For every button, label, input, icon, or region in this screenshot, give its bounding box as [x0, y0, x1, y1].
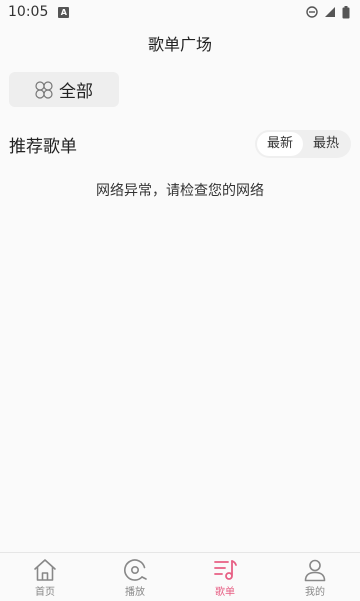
sort-newest-button[interactable]: 最新: [256, 132, 303, 156]
playlist-icon: [214, 560, 237, 580]
nav-label-playlist: 歌单: [215, 587, 235, 598]
sort-toggle: 最新 最热: [254, 130, 351, 158]
nav-label-play: 播放: [125, 587, 145, 598]
top-app-bar: 歌单广场: [0, 24, 360, 62]
status-time: 10:05: [8, 4, 49, 20]
category-filter-button[interactable]: 全部: [9, 72, 119, 107]
nav-item-play[interactable]: 播放: [90, 553, 180, 601]
user-icon: [304, 559, 326, 582]
recommended-section-header: 推荐歌单 最新 最热: [9, 130, 351, 158]
nav-label-home: 首页: [35, 587, 55, 598]
notification-a-icon: A: [58, 6, 70, 18]
section-title: 推荐歌单: [9, 136, 77, 157]
bottom-navigation: 首页 播放 歌单 我的: [0, 552, 360, 601]
network-error-message: 网络异常，请检查您的网络: [96, 183, 264, 199]
nav-item-mine[interactable]: 我的: [270, 553, 360, 601]
home-icon: [34, 559, 56, 581]
category-filter-label: 全部: [59, 82, 93, 102]
nav-label-mine: 我的: [305, 587, 325, 598]
nav-item-playlist[interactable]: 歌单: [180, 553, 270, 601]
page-title: 歌单广场: [147, 35, 212, 54]
four-leaf-icon: [35, 80, 53, 99]
signal-icon: [324, 6, 336, 18]
do-not-disturb-icon: [306, 6, 318, 18]
status-bar: 10:05 A: [0, 0, 360, 24]
battery-icon: [342, 5, 350, 19]
disc-icon: [124, 559, 147, 581]
nav-item-home[interactable]: 首页: [0, 553, 90, 601]
sort-hottest-button[interactable]: 最热: [303, 132, 349, 156]
